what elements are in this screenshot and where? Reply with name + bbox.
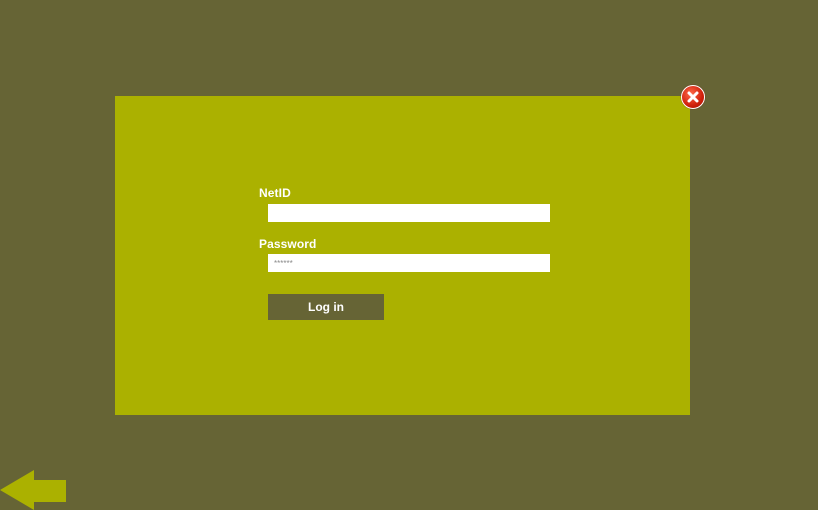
close-icon [687, 91, 699, 103]
login-dialog: NetID Password Log in [115, 96, 690, 415]
login-button[interactable]: Log in [268, 294, 384, 320]
password-input[interactable] [268, 254, 550, 272]
close-button[interactable] [681, 85, 705, 109]
password-label: Password [259, 237, 317, 251]
netid-label: NetID [259, 186, 291, 200]
netid-input[interactable] [268, 204, 550, 222]
login-screen: NetID Password Log in [0, 0, 818, 510]
back-arrow-icon[interactable] [0, 470, 66, 510]
